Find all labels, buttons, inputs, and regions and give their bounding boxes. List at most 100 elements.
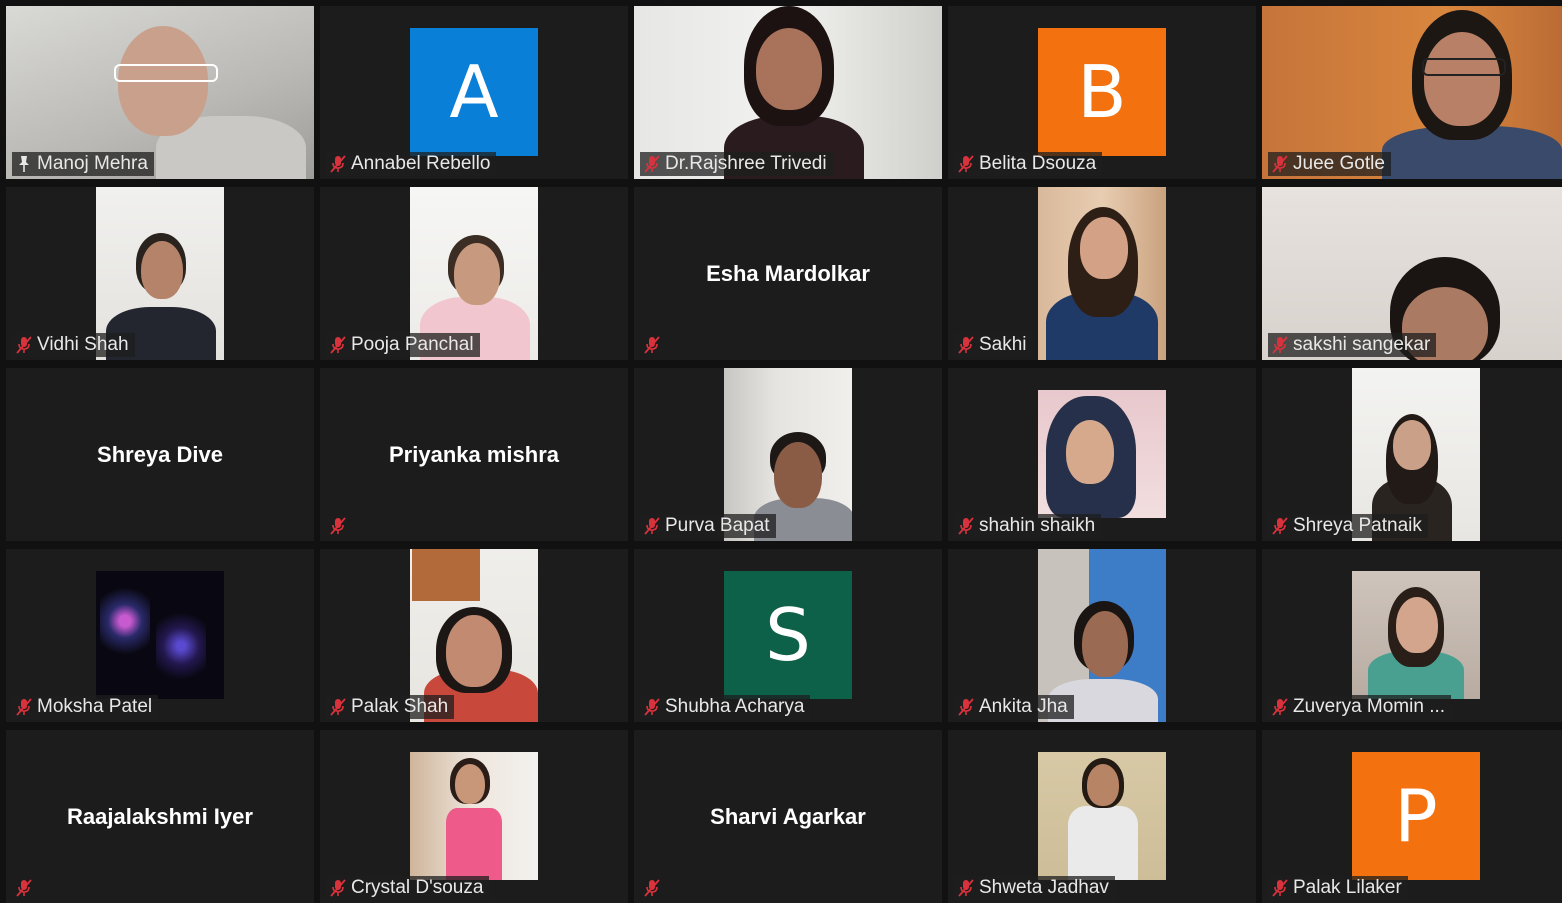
- participant-tile[interactable]: Moksha Patel: [6, 549, 314, 722]
- participant-name-label: Manoj Mehra: [12, 152, 154, 176]
- muted-mic-icon: [330, 336, 346, 354]
- participant-tile[interactable]: Zuverya Momin ...: [1262, 549, 1562, 722]
- participant-name-label: Shweta Jadhav: [954, 876, 1115, 900]
- participant-name-label: Belita Dsouza: [954, 152, 1103, 176]
- participant-tile[interactable]: Vidhi Shah: [6, 187, 314, 360]
- participant-name-label: Vidhi Shah: [12, 333, 135, 357]
- muted-mic-icon: [958, 517, 974, 535]
- muted-mic-icon: [1272, 155, 1288, 173]
- participant-name-label: [640, 876, 666, 900]
- participant-name-label: Zuverya Momin ...: [1268, 695, 1452, 719]
- video-feed: [1038, 187, 1166, 360]
- participant-name-label: [640, 333, 666, 357]
- participant-name: Palak Lilaker: [1293, 877, 1402, 898]
- avatar: A: [410, 28, 538, 156]
- participant-name: shahin shaikh: [979, 515, 1096, 536]
- video-feed: [96, 571, 224, 699]
- muted-mic-icon: [16, 879, 32, 897]
- muted-mic-icon: [644, 517, 660, 535]
- participant-name: Belita Dsouza: [979, 153, 1097, 174]
- participant-name: Pooja Panchal: [351, 334, 474, 355]
- participant-name-label: shahin shaikh: [954, 514, 1102, 538]
- muted-mic-icon: [958, 155, 974, 173]
- participant-tile[interactable]: shahin shaikh: [948, 368, 1256, 541]
- video-feed: [1038, 752, 1166, 880]
- participant-tile[interactable]: Pooja Panchal: [320, 187, 628, 360]
- participant-tile[interactable]: S Shubha Acharya: [634, 549, 942, 722]
- participant-tile[interactable]: sakshi sangekar: [1262, 187, 1562, 360]
- participant-name: Shubha Acharya: [665, 696, 805, 717]
- muted-mic-icon: [1272, 698, 1288, 716]
- avatar: B: [1038, 28, 1166, 156]
- participant-name-label: Pooja Panchal: [326, 333, 480, 357]
- participant-name-label: Shubha Acharya: [640, 695, 811, 719]
- participant-tile[interactable]: Shweta Jadhav: [948, 730, 1256, 903]
- participant-tile[interactable]: Manoj Mehra: [6, 6, 314, 179]
- participant-tile[interactable]: Purva Bapat: [634, 368, 942, 541]
- participant-tile[interactable]: Priyanka mishra: [320, 368, 628, 541]
- participant-tile[interactable]: Sharvi Agarkar: [634, 730, 942, 903]
- participant-name: Juee Gotle: [1293, 153, 1385, 174]
- participant-name-display: Sharvi Agarkar: [710, 803, 866, 829]
- muted-mic-icon: [958, 336, 974, 354]
- muted-mic-icon: [958, 698, 974, 716]
- muted-mic-icon: [330, 517, 346, 535]
- participant-name-display: Shreya Dive: [97, 441, 223, 467]
- participant-tile[interactable]: A Annabel Rebello: [320, 6, 628, 179]
- muted-mic-icon: [1272, 336, 1288, 354]
- participant-name: sakshi sangekar: [1293, 334, 1431, 355]
- muted-mic-icon: [16, 336, 32, 354]
- participant-tile[interactable]: Crystal D'souza: [320, 730, 628, 903]
- muted-mic-icon: [1272, 517, 1288, 535]
- participant-name: Shreya Patnaik: [1293, 515, 1422, 536]
- participant-name-display: Esha Mardolkar: [706, 260, 870, 286]
- participant-name-label: Sakhi: [954, 333, 1033, 357]
- participant-tile[interactable]: Ankita Jha: [948, 549, 1256, 722]
- participant-name-label: Palak Shah: [326, 695, 455, 719]
- video-feed: [410, 752, 538, 880]
- muted-mic-icon: [330, 698, 346, 716]
- avatar: S: [724, 571, 852, 699]
- participant-name: Vidhi Shah: [37, 334, 129, 355]
- participant-tile[interactable]: Juee Gotle: [1262, 6, 1562, 179]
- participant-name-display: Raajalakshmi Iyer: [67, 803, 253, 829]
- pin-icon: [16, 155, 32, 173]
- muted-mic-icon: [1272, 879, 1288, 897]
- participant-tile[interactable]: Dr.Rajshree Trivedi: [634, 6, 942, 179]
- video-feed: [1352, 571, 1480, 699]
- participant-name: Crystal D'souza: [351, 877, 484, 898]
- participant-name-label: Dr.Rajshree Trivedi: [640, 152, 833, 176]
- participant-name-label: [326, 514, 352, 538]
- participant-name-display: Priyanka mishra: [389, 441, 559, 467]
- participant-name-label: Moksha Patel: [12, 695, 159, 719]
- participant-tile[interactable]: B Belita Dsouza: [948, 6, 1256, 179]
- video-feed: [1038, 390, 1166, 518]
- avatar-initial: B: [1077, 50, 1127, 134]
- muted-mic-icon: [958, 879, 974, 897]
- participant-tile[interactable]: Esha Mardolkar: [634, 187, 942, 360]
- participant-name: Shweta Jadhav: [979, 877, 1109, 898]
- muted-mic-icon: [330, 155, 346, 173]
- participant-name: Manoj Mehra: [37, 153, 148, 174]
- muted-mic-icon: [330, 879, 346, 897]
- participant-name: Zuverya Momin ...: [1293, 696, 1446, 717]
- muted-mic-icon: [644, 155, 660, 173]
- participant-gallery: Manoj Mehra A Annabel Rebello Dr.Rajshre…: [0, 0, 1562, 903]
- participant-tile[interactable]: Sakhi: [948, 187, 1256, 360]
- participant-tile[interactable]: Shreya Patnaik: [1262, 368, 1562, 541]
- participant-name-label: Ankita Jha: [954, 695, 1074, 719]
- participant-name-label: Juee Gotle: [1268, 152, 1391, 176]
- participant-name: Sakhi: [979, 334, 1027, 355]
- participant-name-label: Annabel Rebello: [326, 152, 497, 176]
- avatar: P: [1352, 752, 1480, 880]
- participant-tile[interactable]: P Palak Lilaker: [1262, 730, 1562, 903]
- participant-tile[interactable]: Raajalakshmi Iyer: [6, 730, 314, 903]
- participant-name: Purva Bapat: [665, 515, 770, 536]
- participant-name-label: sakshi sangekar: [1268, 333, 1437, 357]
- participant-name: Moksha Patel: [37, 696, 153, 717]
- muted-mic-icon: [644, 336, 660, 354]
- participant-name: Dr.Rajshree Trivedi: [665, 153, 827, 174]
- participant-tile[interactable]: Shreya Dive: [6, 368, 314, 541]
- muted-mic-icon: [644, 879, 660, 897]
- participant-tile[interactable]: Palak Shah: [320, 549, 628, 722]
